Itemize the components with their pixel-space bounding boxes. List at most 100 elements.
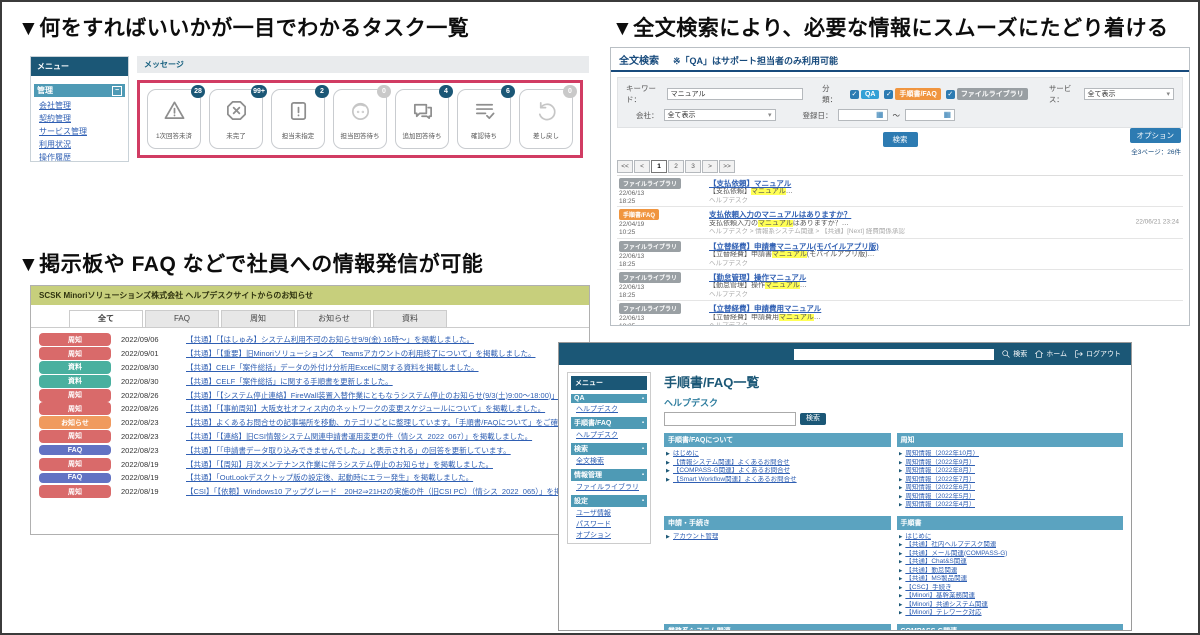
sidebar-menu-link[interactable]: 操作履歴 (31, 151, 128, 162)
topbar-search[interactable]: 検索 (1001, 349, 1027, 359)
sidebar-menu-link[interactable]: 契約管理 (31, 112, 128, 125)
board-post-link[interactable]: 【共通】「【連絡】旧CSI情報システム関連申請書運用変更の件（情シス_2022_… (186, 431, 581, 442)
board-post-link[interactable]: 【共通】CELF「案件総括」データの外付け分析用Excelに関する資料を掲載しま… (186, 362, 581, 373)
category-item-link[interactable]: 【Minori】基幹業務関連 (905, 592, 975, 601)
category-item-link[interactable]: 周知情報（2022年8月） (905, 467, 975, 476)
search-button[interactable]: 検索 (883, 132, 918, 147)
company-select[interactable]: 全て表示 ▾ (664, 109, 776, 121)
page-button[interactable]: < (634, 160, 650, 173)
topbar-logout[interactable]: ログアウト (1074, 349, 1121, 359)
category-item-link[interactable]: 周知情報（2022年5月） (905, 493, 975, 502)
category-item-link[interactable]: 【共通】メール関連(COMPASS-G) (905, 550, 1007, 559)
board-tab[interactable]: 周知 (221, 310, 295, 327)
sidebar-link[interactable]: ユーザ情報 (571, 507, 647, 518)
sidebar-link[interactable]: ヘルプデスク (571, 429, 647, 440)
board-post-link[interactable]: 【共通】「【重要】旧Minoriソリューションズ Teamsアカウントの利用終了… (186, 348, 581, 359)
menu-section-admin[interactable]: 管理 − (34, 84, 125, 97)
category-item-link[interactable]: 周知情報（2022年9月） (905, 459, 975, 468)
checkbox-checked-icon[interactable]: ✓ (884, 90, 893, 99)
category-item-link[interactable]: 【共通】勤怠関連 (905, 567, 957, 576)
sidebar-link[interactable]: 全文検索 (571, 455, 647, 466)
sidebar-link[interactable]: オプション (571, 529, 647, 540)
sidebar-section-header[interactable]: 設定 ▪ (571, 495, 647, 507)
task-card-incomplete[interactable]: 99+ 未完了 (209, 89, 263, 149)
category-item-link[interactable]: 【共通】Chat&S関連 (905, 558, 966, 567)
faq-search-input[interactable] (664, 412, 796, 426)
task-card-awaiting-confirm[interactable]: 6 確認待ち (457, 89, 511, 149)
board-post-link[interactable]: 【共通】「【事前周知】大阪支社オフィス内のネットワークの変更スケジュールについて… (186, 403, 581, 414)
category-item-link[interactable]: 【Minori】共通システム関連 (905, 601, 988, 610)
board-post-link[interactable]: 【CSI】「【依頼】Windows10 アップグレード 20H2⇒21H2の実施… (186, 486, 581, 497)
category-item[interactable]: ▶ 【Minori】共通システム関連 (899, 601, 1124, 610)
calendar-icon[interactable]: ▦ (943, 111, 951, 119)
date-from-input[interactable]: ▦ (838, 109, 888, 121)
category-item[interactable]: ▶ はじめに (666, 450, 891, 459)
page-button[interactable]: > (702, 160, 718, 173)
task-card-awaiting-assignee[interactable]: 0 担当回答待ち (333, 89, 387, 149)
board-tab[interactable]: 資料 (373, 310, 447, 327)
task-card-awaiting-additional[interactable]: 4 追加回答待ち (395, 89, 449, 149)
page-button[interactable]: << (617, 160, 633, 173)
category-item-link[interactable]: 【Minori】テレワーク対応 (905, 609, 981, 618)
sidebar-section-header[interactable]: 手順書/FAQ ▪ (571, 417, 647, 429)
category-item[interactable]: ▶ 周知情報（2022年5月） (899, 493, 1124, 502)
category-item[interactable]: ▶ 【共通】勤怠関連 (899, 567, 1124, 576)
board-tab[interactable]: 全て (69, 310, 143, 327)
sidebar-menu-link[interactable]: サービス管理 (31, 125, 128, 138)
category-item[interactable]: ▶ 【情報システム関連】よくあるお問合せ (666, 459, 891, 468)
service-select[interactable]: 全て表示 ▾ (1084, 88, 1174, 100)
category-item[interactable]: ▶ 【共通】MS製品関連 (899, 575, 1124, 584)
result-title-link[interactable]: 【立替経費】申請書マニュアル(モバイルアプリ版) (709, 242, 1183, 251)
page-button[interactable]: 1 (651, 160, 667, 173)
category-item[interactable]: ▶ 周知情報（2022年10月） (899, 450, 1124, 459)
category-item[interactable]: ▶ 周知情報（2022年4月） (899, 501, 1124, 510)
category-item[interactable]: ▶ 【共通】Chat&S関連 (899, 558, 1124, 567)
task-card-unassigned[interactable]: 2 担当未指定 (271, 89, 325, 149)
task-card-returned[interactable]: 0 差し戻し (519, 89, 573, 149)
category-item-link[interactable]: 周知情報（2022年10月） (905, 450, 979, 459)
task-card-first-answer[interactable]: 28 1次回答未済 (147, 89, 201, 149)
keyword-input[interactable]: マニュアル (667, 88, 803, 100)
sidebar-link[interactable]: ヘルプデスク (571, 403, 647, 414)
board-post-link[interactable]: 【共通】CELF「案件総括」に関する手順書を更新しました。 (186, 376, 581, 387)
sidebar-menu-link[interactable]: 会社管理 (31, 99, 128, 112)
result-title-link[interactable]: 【立替経費】申請費用マニュアル (709, 304, 1183, 313)
calendar-icon[interactable]: ▦ (876, 111, 884, 119)
checkbox-checked-icon[interactable]: ✓ (850, 90, 859, 99)
category-item[interactable]: ▶ 周知情報（2022年7月） (899, 476, 1124, 485)
sidebar-section-header[interactable]: 情報管理 ▪ (571, 469, 647, 481)
date-to-input[interactable]: ▦ (905, 109, 955, 121)
category-item[interactable]: ▶ 【Smart Workflow関連】よくあるお問合せ (666, 476, 891, 485)
category-item[interactable]: ▶ 【COMPASS-G関連】よくあるお問合せ (666, 467, 891, 476)
category-item[interactable]: ▶ 【Minori】テレワーク対応 (899, 609, 1124, 618)
category-item-link[interactable]: 周知情報（2022年7月） (905, 476, 975, 485)
sidebar-link[interactable]: ファイルライブラリ (571, 481, 647, 492)
board-tab[interactable]: お知らせ (297, 310, 371, 327)
options-button[interactable]: オプション (1130, 128, 1182, 143)
board-post-link[interactable]: 【共通】「「申請書データ取り込みできませんでした。」と表示される」の回答を更新し… (186, 445, 581, 456)
category-item-link[interactable]: 周知情報（2022年4月） (905, 501, 975, 510)
category-item-link[interactable]: はじめに (673, 450, 699, 459)
board-post-link[interactable]: 【共通】よくあるお問合せの記事場所を移動、カテゴリごとに整理しています。「手順書… (186, 417, 581, 428)
page-button[interactable]: >> (719, 160, 735, 173)
sidebar-section-header[interactable]: 検索 ▪ (571, 443, 647, 455)
category-item[interactable]: ▶ 【Minori】基幹業務関連 (899, 592, 1124, 601)
category-item-link[interactable]: 【情報システム関連】よくあるお問合せ (673, 459, 790, 468)
result-title-link[interactable]: 支払依頼入力のマニュアルはありますか？ (709, 210, 1183, 219)
category-item-link[interactable]: 周知情報（2022年6月） (905, 484, 975, 493)
global-search-input[interactable] (794, 349, 994, 360)
collapse-icon[interactable]: − (112, 86, 122, 96)
category-item-link[interactable]: 【COMPASS-G関連】よくあるお問合せ (673, 467, 790, 476)
board-post-link[interactable]: 【共通】「【はしゅみ】システム利用不可のお知らせ9/9(金) 16時～」を掲載し… (186, 334, 581, 345)
sidebar-section-header[interactable]: QA ▪ (571, 394, 647, 403)
result-title-link[interactable]: 【支払依頼】マニュアル (709, 179, 1183, 188)
category-item[interactable]: ▶ アカウント管理 (666, 533, 891, 542)
category-item-link[interactable]: 【共通】社内ヘルプデスク関連 (905, 541, 996, 550)
category-item-link[interactable]: 【Smart Workflow関連】よくあるお問合せ (673, 476, 797, 485)
page-button[interactable]: 3 (685, 160, 701, 173)
board-tab[interactable]: FAQ (145, 310, 219, 327)
page-button[interactable]: 2 (668, 160, 684, 173)
category-item-link[interactable]: アカウント管理 (673, 533, 719, 542)
category-item[interactable]: ▶ はじめに (899, 533, 1124, 542)
topbar-home[interactable]: ホーム (1034, 349, 1067, 359)
